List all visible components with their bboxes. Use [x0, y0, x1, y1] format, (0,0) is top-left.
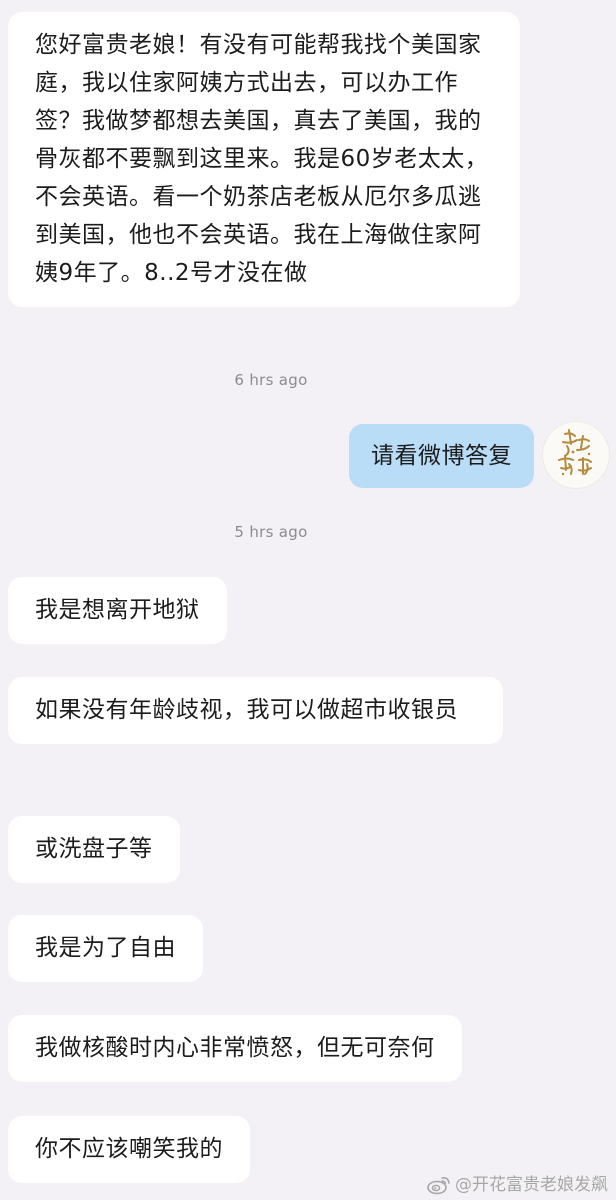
message-bubble[interactable]: 或洗盘子等: [8, 816, 180, 883]
message-bubble[interactable]: 您好富贵老娘！有没有可能帮我找个美国家庭，我以住家阿姨方式出去，可以办工作签？我…: [8, 12, 520, 307]
message-bubble-outgoing[interactable]: 请看微博答复: [349, 424, 534, 488]
message-bubble[interactable]: 我是为了自由: [8, 915, 203, 982]
message-text: 如果没有年龄歧视，我可以做超市收银员: [35, 697, 458, 723]
weibo-watermark: @开花富贵老娘发飙: [427, 1174, 608, 1196]
message-text: 我做核酸时内心非常愤怒，但无可奈何: [35, 1035, 435, 1061]
message-text: 或洗盘子等: [35, 836, 153, 862]
timestamp: 6 hrs ago: [234, 371, 308, 389]
message-bubble[interactable]: 我做核酸时内心非常愤怒，但无可奈何: [8, 1015, 462, 1082]
timestamp: 5 hrs ago: [234, 523, 308, 541]
message-bubble[interactable]: 你不应该嘲笑我的: [8, 1116, 250, 1183]
watermark-text: @开花富贵老娘发飙: [455, 1175, 608, 1195]
message-text: 您好富贵老娘！有没有可能帮我找个美国家庭，我以住家阿姨方式出去，可以办工作签？我…: [35, 32, 489, 286]
message-text: 请看微博答复: [371, 443, 512, 469]
message-text: 我是为了自由: [35, 935, 176, 961]
message-bubble[interactable]: 如果没有年龄歧视，我可以做超市收银员: [8, 677, 503, 744]
chat-thread[interactable]: 您好富贵老娘！有没有可能帮我找个美国家庭，我以住家阿姨方式出去，可以办工作签？我…: [0, 0, 616, 1200]
message-text: 我是想离开地狱: [35, 597, 200, 623]
message-bubble[interactable]: 我是想离开地狱: [8, 577, 227, 644]
avatar[interactable]: [543, 422, 609, 488]
weibo-logo-icon: [427, 1177, 450, 1195]
calligraphy-avatar-icon: [558, 429, 592, 476]
message-text: 你不应该嘲笑我的: [35, 1136, 223, 1162]
